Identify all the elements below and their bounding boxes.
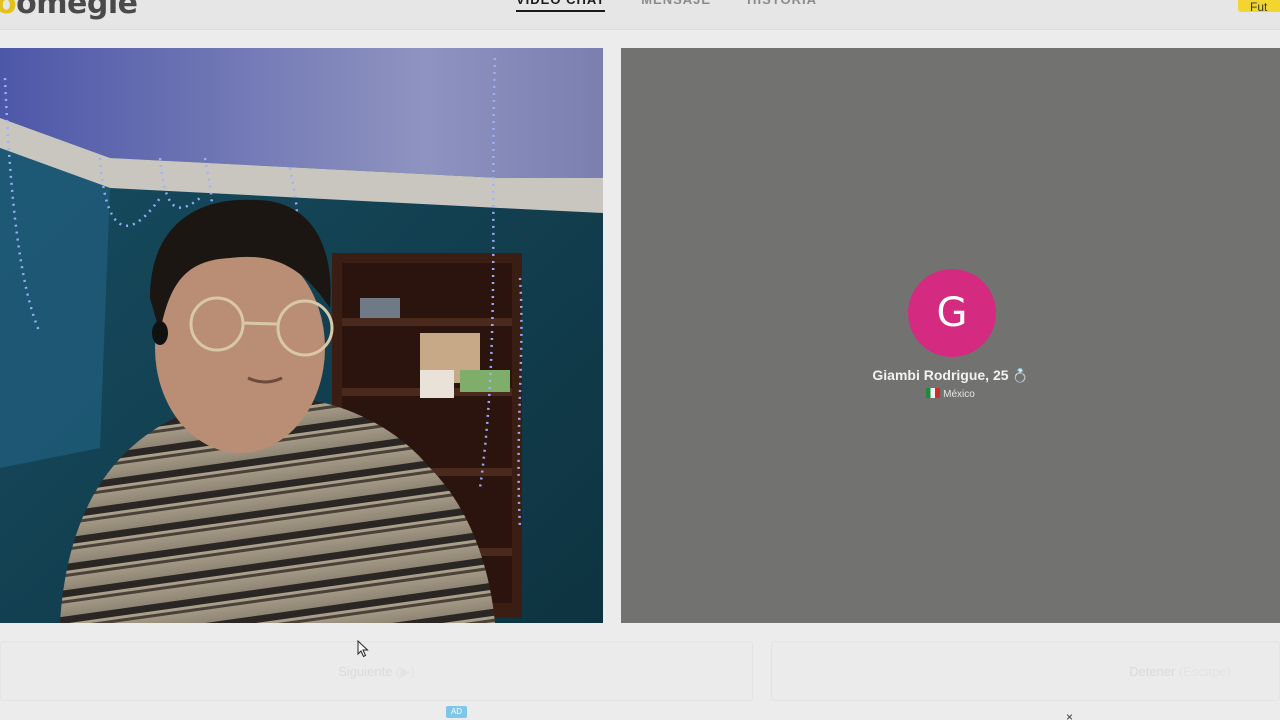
mexico-flag-icon — [926, 388, 941, 398]
main-nav: VIDEO CHAT MENSAJE HISTORIA — [516, 0, 817, 12]
ring-icon: 💍 — [1012, 368, 1029, 383]
header-cta-button[interactable]: Fut — [1238, 0, 1280, 14]
ad-badge: AD — [446, 706, 467, 718]
ad-close-icon[interactable]: × — [1066, 710, 1073, 720]
nav-mensaje[interactable]: MENSAJE — [641, 0, 711, 12]
stop-button[interactable]: Detener (Escape) — [771, 641, 1280, 701]
nav-historia[interactable]: HISTORIA — [747, 0, 817, 12]
top-header: oomegle VIDEO CHAT MENSAJE HISTORIA Fut — [0, 0, 1280, 30]
stop-button-hint: (Escape) — [1178, 664, 1231, 679]
partner-name-text: Giambi Rodrigue, 25 — [872, 367, 1009, 383]
partner-country: México — [943, 389, 975, 400]
local-video-feed — [0, 48, 603, 623]
page: oomegle VIDEO CHAT MENSAJE HISTORIA Fut — [0, 0, 1280, 720]
chat-controls: Siguiente (▶) Detener (Escape) — [0, 641, 1280, 703]
next-button[interactable]: Siguiente (▶) — [0, 641, 753, 701]
next-button-label: Siguiente — [338, 664, 393, 679]
logo[interactable]: oomegle — [0, 0, 138, 21]
logo-text: omegle — [16, 0, 138, 21]
partner-location: México — [621, 388, 1280, 400]
stop-button-label: Detener — [1129, 664, 1176, 679]
remote-video-panel: G Giambi Rodrigue, 25 💍 México — [621, 48, 1280, 623]
partner-avatar: G — [908, 269, 996, 357]
next-button-hint: (▶) — [396, 664, 415, 679]
partner-name: Giambi Rodrigue, 25 💍 — [621, 367, 1280, 384]
webcam-image — [0, 48, 603, 623]
nav-video-chat[interactable]: VIDEO CHAT — [516, 0, 606, 12]
mouse-pointer-icon — [357, 639, 369, 663]
